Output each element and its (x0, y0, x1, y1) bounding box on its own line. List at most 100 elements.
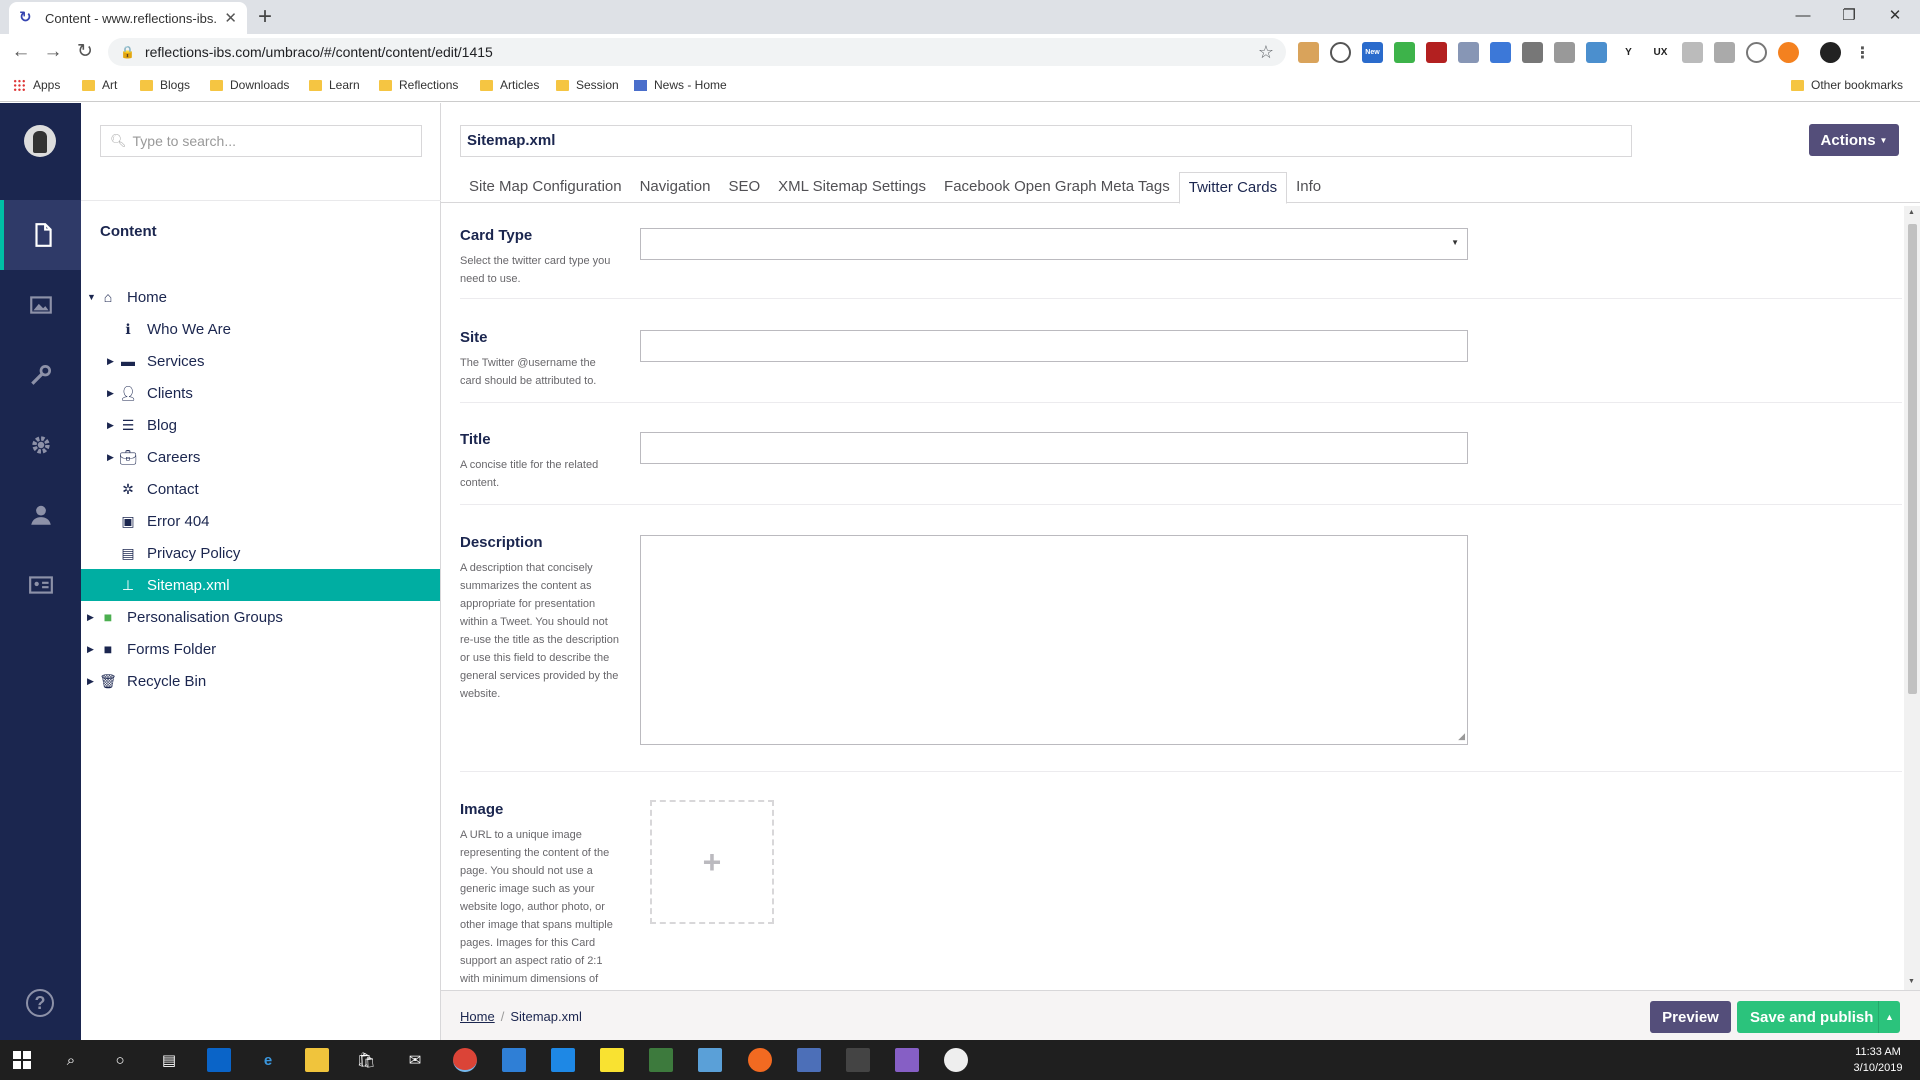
pdf-extension-icon[interactable] (1426, 42, 1447, 63)
browser-tab[interactable]: ↻ Content - www.reflections-ibs.co ✕ (9, 2, 247, 34)
chrome-icon[interactable] (453, 1048, 477, 1072)
tree-node[interactable]: ▣ Error 404 (81, 505, 440, 537)
restore-icon[interactable]: ❐ (1826, 0, 1872, 30)
tree-node[interactable]: ▶ 💼︎ Careers (81, 441, 440, 473)
mail-icon[interactable]: ✉ (403, 1048, 427, 1072)
extension-icon[interactable] (1554, 42, 1575, 63)
tree-node[interactable]: ▶ ■ Personalisation Groups (81, 601, 440, 633)
tree-node[interactable]: ✲ Contact (81, 473, 440, 505)
visual-studio-icon[interactable] (895, 1048, 919, 1072)
title-input[interactable] (640, 432, 1468, 464)
site-input[interactable] (640, 330, 1468, 362)
node-name-input[interactable]: Sitemap.xml (460, 125, 1632, 157)
tree-node[interactable]: ▶ 🗑︎ Recycle Bin (81, 665, 440, 697)
code-extension-icon[interactable] (1714, 42, 1735, 63)
tree-node[interactable]: ▼ ⌂ Home (81, 281, 440, 313)
save-and-publish-button[interactable]: Save and publish ▲ (1737, 1001, 1900, 1033)
description-textarea[interactable]: ◢ (640, 535, 1468, 745)
extension-icon[interactable] (1522, 42, 1543, 63)
caret-right-icon[interactable]: ▶ (87, 612, 94, 623)
tree-node[interactable]: ℹ Who We Are (81, 313, 440, 345)
bookmark-news[interactable]: News - Home (634, 78, 727, 92)
tab-twitter-cards[interactable]: Twitter Cards (1178, 172, 1288, 204)
app-icon[interactable] (944, 1048, 968, 1072)
tree-search-input[interactable]: 🔍︎ Type to search... (100, 125, 422, 157)
tree-node[interactable]: ▶ ☰ Blog (81, 409, 440, 441)
user-avatar[interactable] (24, 125, 56, 157)
close-window-icon[interactable]: ✕ (1872, 0, 1918, 30)
chart-extension-icon[interactable] (1394, 42, 1415, 63)
section-members[interactable] (0, 550, 81, 620)
caret-up-icon[interactable]: ▲ (1878, 1001, 1900, 1033)
back-icon[interactable]: ← (9, 40, 33, 64)
section-users[interactable] (0, 480, 81, 550)
scroll-up-icon[interactable]: ▲ (1908, 209, 1915, 216)
extension-new-icon[interactable]: New (1362, 42, 1383, 63)
y-extension-icon[interactable]: Y (1618, 42, 1639, 63)
caret-right-icon[interactable]: ▶ (107, 452, 114, 463)
tree-node[interactable]: ▶ ■ Forms Folder (81, 633, 440, 665)
extension-icon[interactable] (1298, 42, 1319, 63)
app-icon[interactable] (797, 1048, 821, 1072)
tree-node[interactable]: ▶ ▬ Services (81, 345, 440, 377)
sticky-notes-icon[interactable] (600, 1048, 624, 1072)
outlook-icon[interactable] (207, 1048, 231, 1072)
extension-icon[interactable] (1778, 42, 1799, 63)
caret-right-icon[interactable]: ▶ (107, 420, 114, 431)
bookmark-other[interactable]: Other bookmarks (1791, 78, 1903, 92)
bookmark-folder[interactable]: Downloads (210, 78, 289, 92)
app-icon[interactable] (698, 1048, 722, 1072)
tree-node[interactable]: ▶ 👤︎ Clients (81, 377, 440, 409)
breadcrumb-home-link[interactable]: Home (460, 1009, 495, 1024)
extension-icon[interactable] (1330, 42, 1351, 63)
caret-right-icon[interactable]: ▶ (87, 676, 94, 687)
tab-site-map-configuration[interactable]: Site Map Configuration (460, 172, 631, 203)
scroll-down-icon[interactable]: ▼ (1908, 978, 1915, 985)
caret-down-icon[interactable]: ▼ (87, 292, 96, 302)
tab-navigation[interactable]: Navigation (631, 172, 720, 203)
tab-info[interactable]: Info (1287, 172, 1330, 203)
bookmark-folder[interactable]: Articles (480, 78, 539, 92)
cortana-icon[interactable]: ○ (108, 1048, 132, 1072)
windows-start-icon[interactable] (10, 1048, 34, 1072)
extension-icon[interactable] (1586, 42, 1607, 63)
bookmark-apps[interactable]: Apps (13, 78, 60, 92)
bookmark-folder[interactable]: Art (82, 78, 117, 92)
section-content[interactable] (0, 200, 81, 270)
file-explorer-icon[interactable] (305, 1048, 329, 1072)
app-icon[interactable] (502, 1048, 526, 1072)
preview-button[interactable]: Preview (1650, 1001, 1731, 1033)
bookmark-folder[interactable]: Reflections (379, 78, 458, 92)
caret-right-icon[interactable]: ▶ (107, 388, 114, 399)
app-icon[interactable] (649, 1048, 673, 1072)
minimize-icon[interactable]: — (1780, 0, 1826, 30)
edge-icon[interactable]: e (256, 1048, 280, 1072)
app-icon[interactable] (551, 1048, 575, 1072)
bookmark-folder[interactable]: Session (556, 78, 619, 92)
resize-handle-icon[interactable]: ◢ (1458, 731, 1465, 742)
extension-icon[interactable] (1746, 42, 1767, 63)
task-view-icon[interactable]: ▤ (157, 1048, 181, 1072)
extension-icon[interactable] (1490, 42, 1511, 63)
app-icon[interactable] (846, 1048, 870, 1072)
help-icon[interactable]: ? (26, 989, 54, 1017)
tree-node[interactable]: ⊥ Sitemap.xml (81, 569, 440, 601)
ux-extension-icon[interactable]: UX (1650, 42, 1671, 63)
scroll-thumb[interactable] (1908, 224, 1917, 694)
editor-scrollbar[interactable]: ▲ ▼ (1904, 206, 1920, 990)
tab-xml-sitemap-settings[interactable]: XML Sitemap Settings (769, 172, 935, 203)
forward-icon[interactable]: → (41, 40, 65, 64)
new-tab-button[interactable]: + (258, 3, 272, 31)
profile-avatar[interactable] (1820, 42, 1841, 63)
reload-icon[interactable]: ↻ (73, 40, 97, 64)
store-icon[interactable]: 🛍︎ (354, 1048, 378, 1072)
bookmark-star-icon[interactable]: ☆ (1258, 42, 1274, 63)
app-icon[interactable] (748, 1048, 772, 1072)
caret-right-icon[interactable]: ▶ (107, 356, 114, 367)
actions-button[interactable]: Actions ▼ (1809, 124, 1899, 156)
bookmark-folder[interactable]: Blogs (140, 78, 190, 92)
tree-node[interactable]: ▤ Privacy Policy (81, 537, 440, 569)
bookmark-folder[interactable]: Learn (309, 78, 360, 92)
tab-facebook-open-graph[interactable]: Facebook Open Graph Meta Tags (935, 172, 1179, 203)
section-media[interactable] (0, 270, 81, 340)
